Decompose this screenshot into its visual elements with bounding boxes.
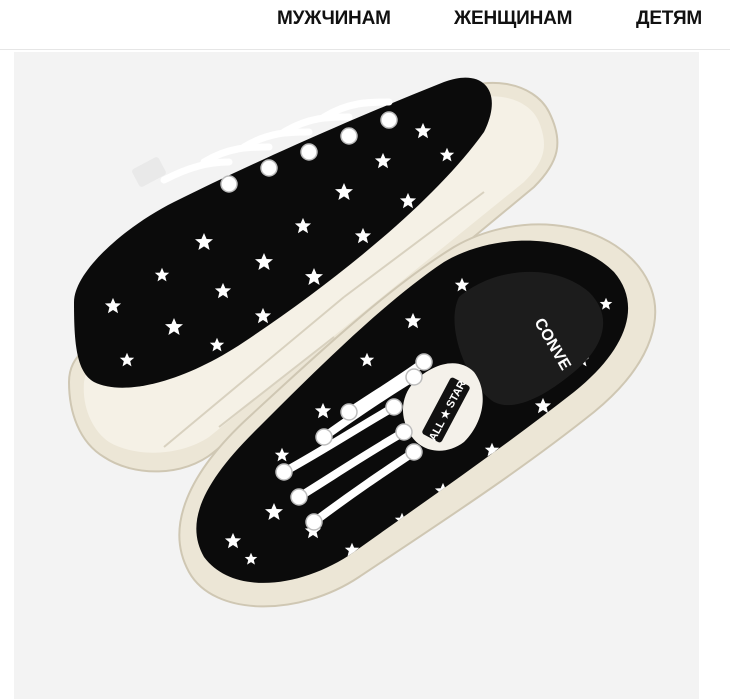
nav-link-women[interactable]: ЖЕНЩИНАМ	[454, 8, 572, 30]
sneakers-illustration: ALL ★ STAR CONVE	[67, 77, 657, 608]
nav-link-kids[interactable]: ДЕТЯМ	[636, 8, 702, 30]
top-navigation: МУЖЧИНАМ ЖЕНЩИНАМ ДЕТЯМ	[0, 0, 730, 50]
product-image[interactable]: ALL ★ STAR CONVE	[14, 52, 699, 699]
nav-link-men[interactable]: МУЖЧИНАМ	[277, 8, 391, 30]
